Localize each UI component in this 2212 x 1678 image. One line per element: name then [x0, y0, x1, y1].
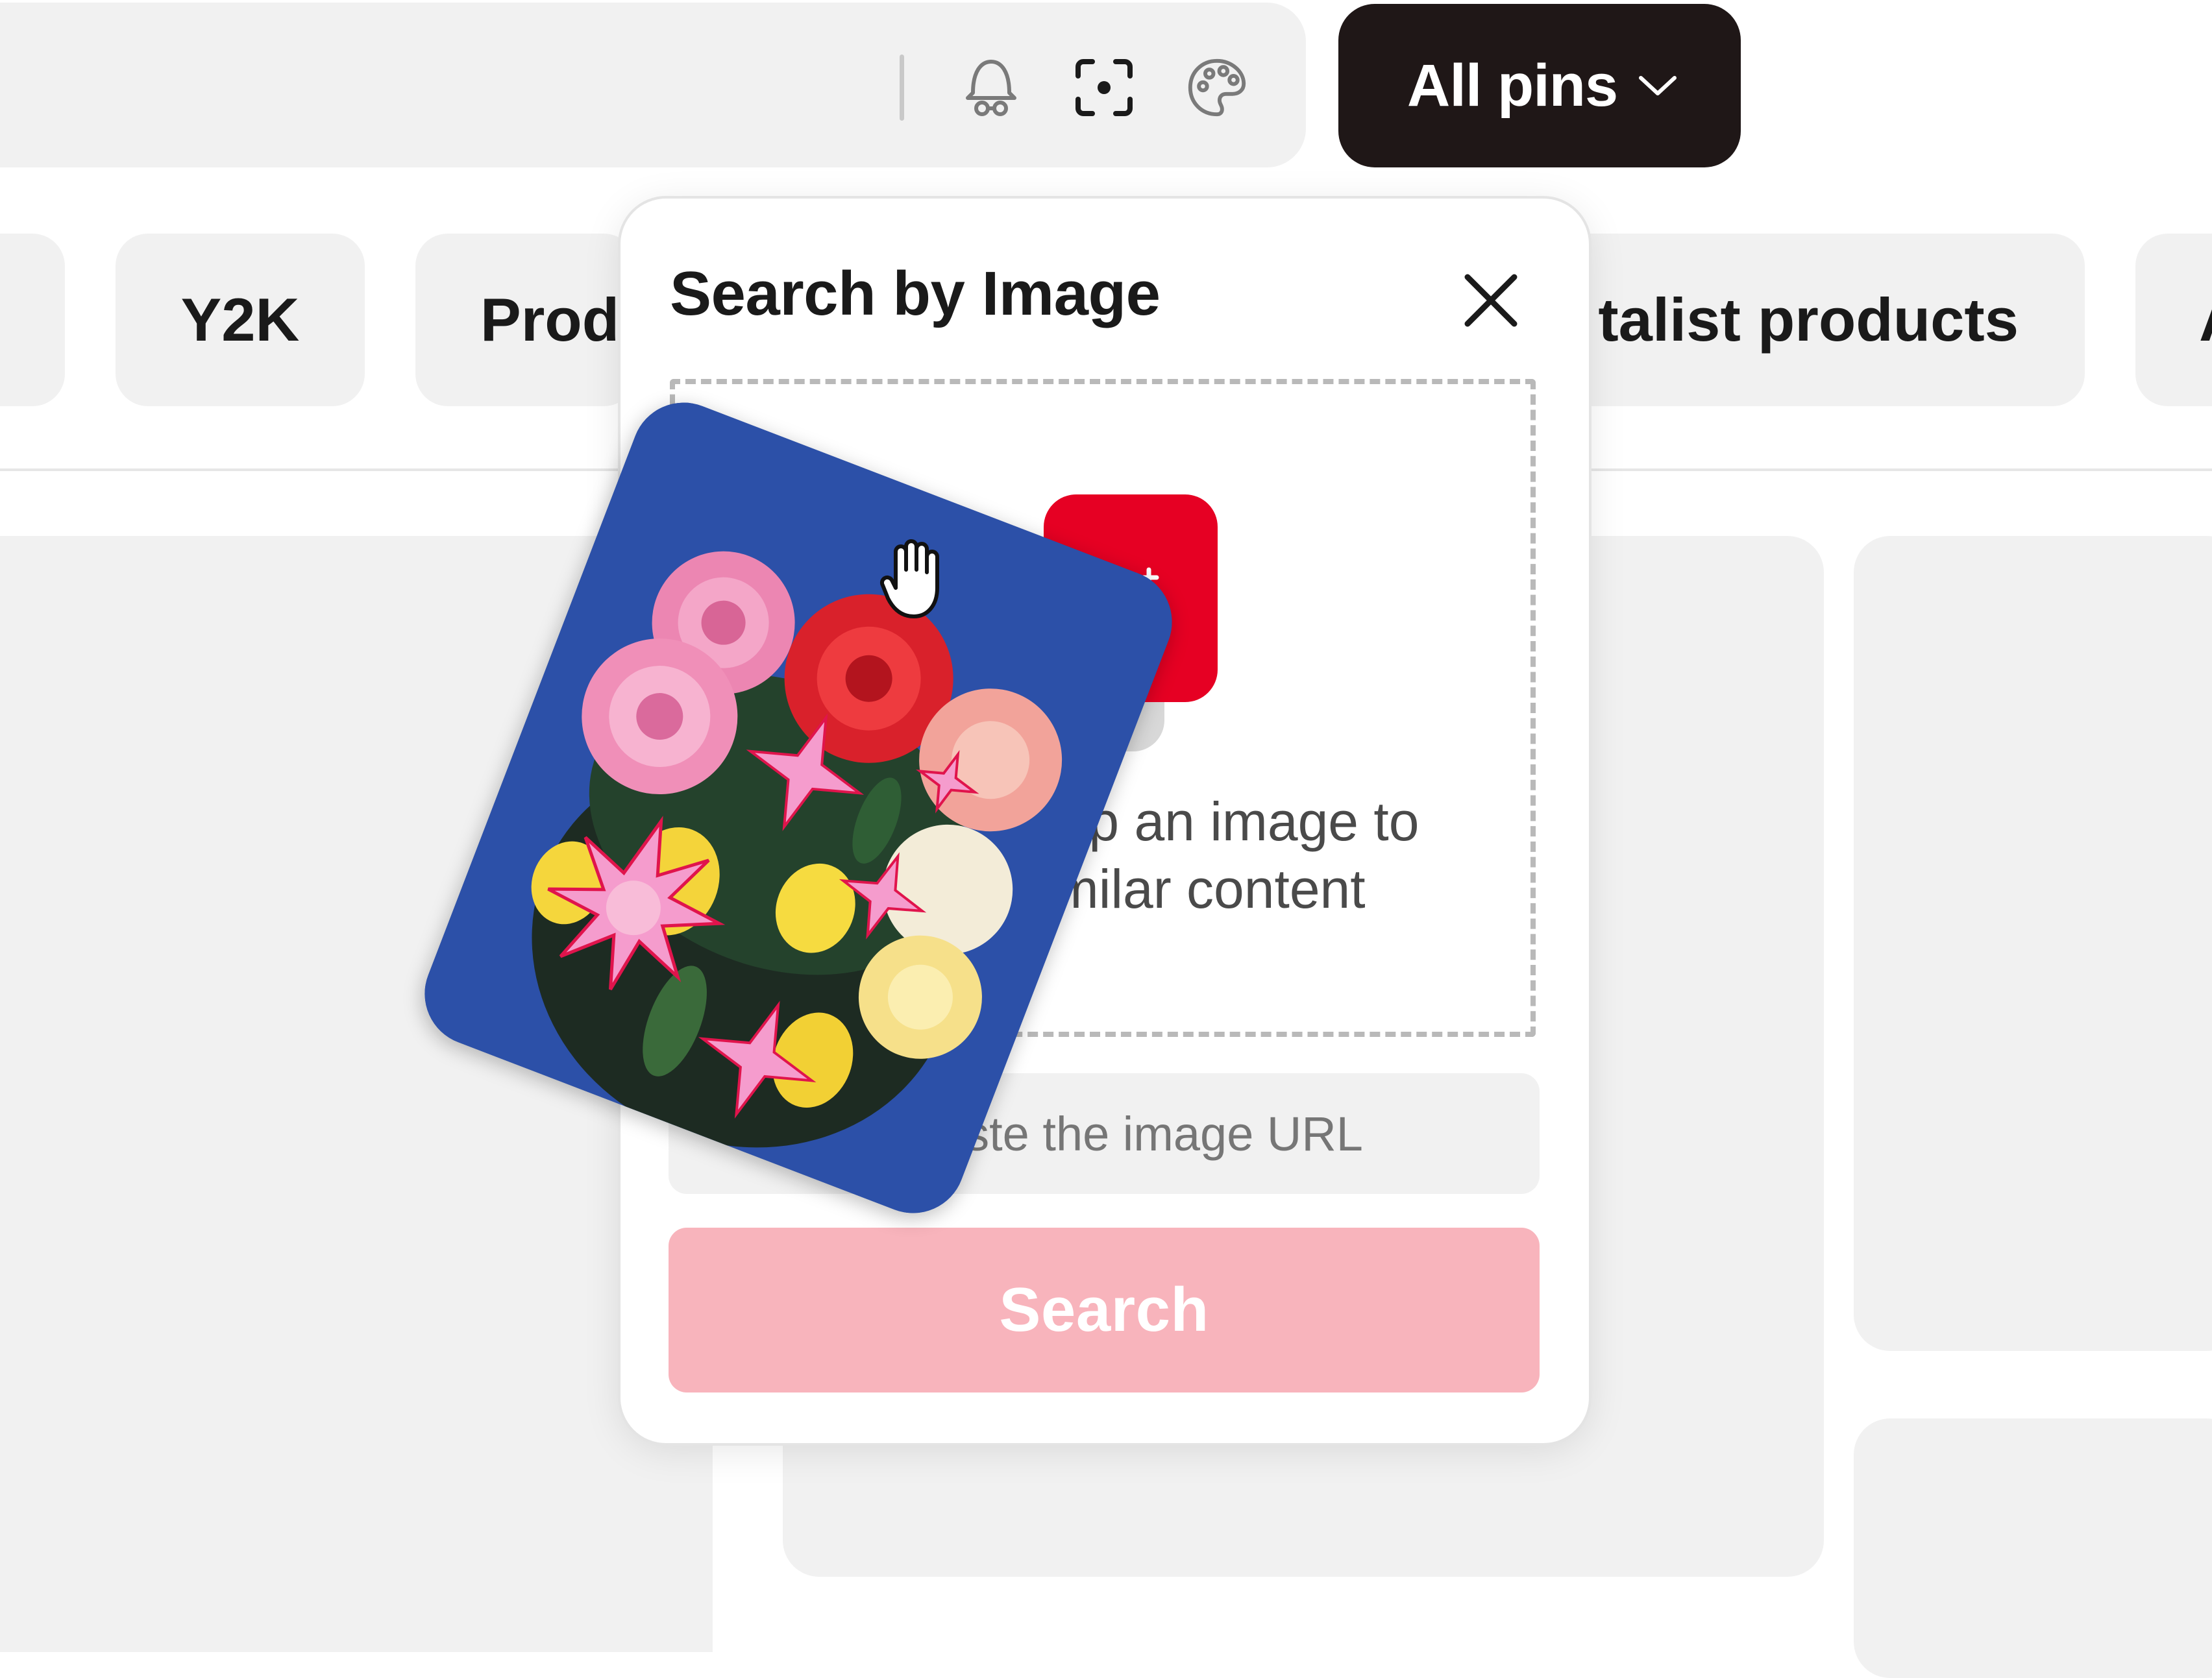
search-button-label: Search [999, 1275, 1209, 1344]
pin-card[interactable] [1854, 536, 2212, 1351]
chip-minimalist-products[interactable]: talist products [1558, 234, 2085, 406]
chip-label: Prod [480, 286, 620, 354]
notification-bell-icon[interactable] [953, 49, 1029, 126]
pin-card[interactable] [1854, 1418, 2212, 1678]
chip-label: Y2K [180, 286, 300, 354]
chip-partial-right[interactable]: A [2135, 234, 2212, 406]
chevron-down-icon [1637, 73, 1678, 99]
all-pins-label: All pins [1407, 52, 1618, 119]
chip-y2k[interactable]: Y2K [116, 234, 365, 406]
chip-label: talist products [1598, 286, 2019, 354]
visual-search-icon[interactable] [1066, 49, 1142, 126]
search-bar-divider [900, 55, 904, 121]
chip-products[interactable]: Prod [415, 234, 636, 406]
grab-cursor-icon [878, 533, 955, 624]
chip-label: A [2199, 285, 2212, 355]
color-palette-icon[interactable] [1179, 49, 1255, 126]
close-icon[interactable] [1449, 258, 1533, 343]
chip-partial[interactable] [0, 234, 65, 406]
search-button[interactable]: Search [669, 1228, 1540, 1392]
dialog-title: Search by Image [670, 259, 1161, 328]
all-pins-filter-button[interactable]: All pins [1338, 4, 1741, 167]
